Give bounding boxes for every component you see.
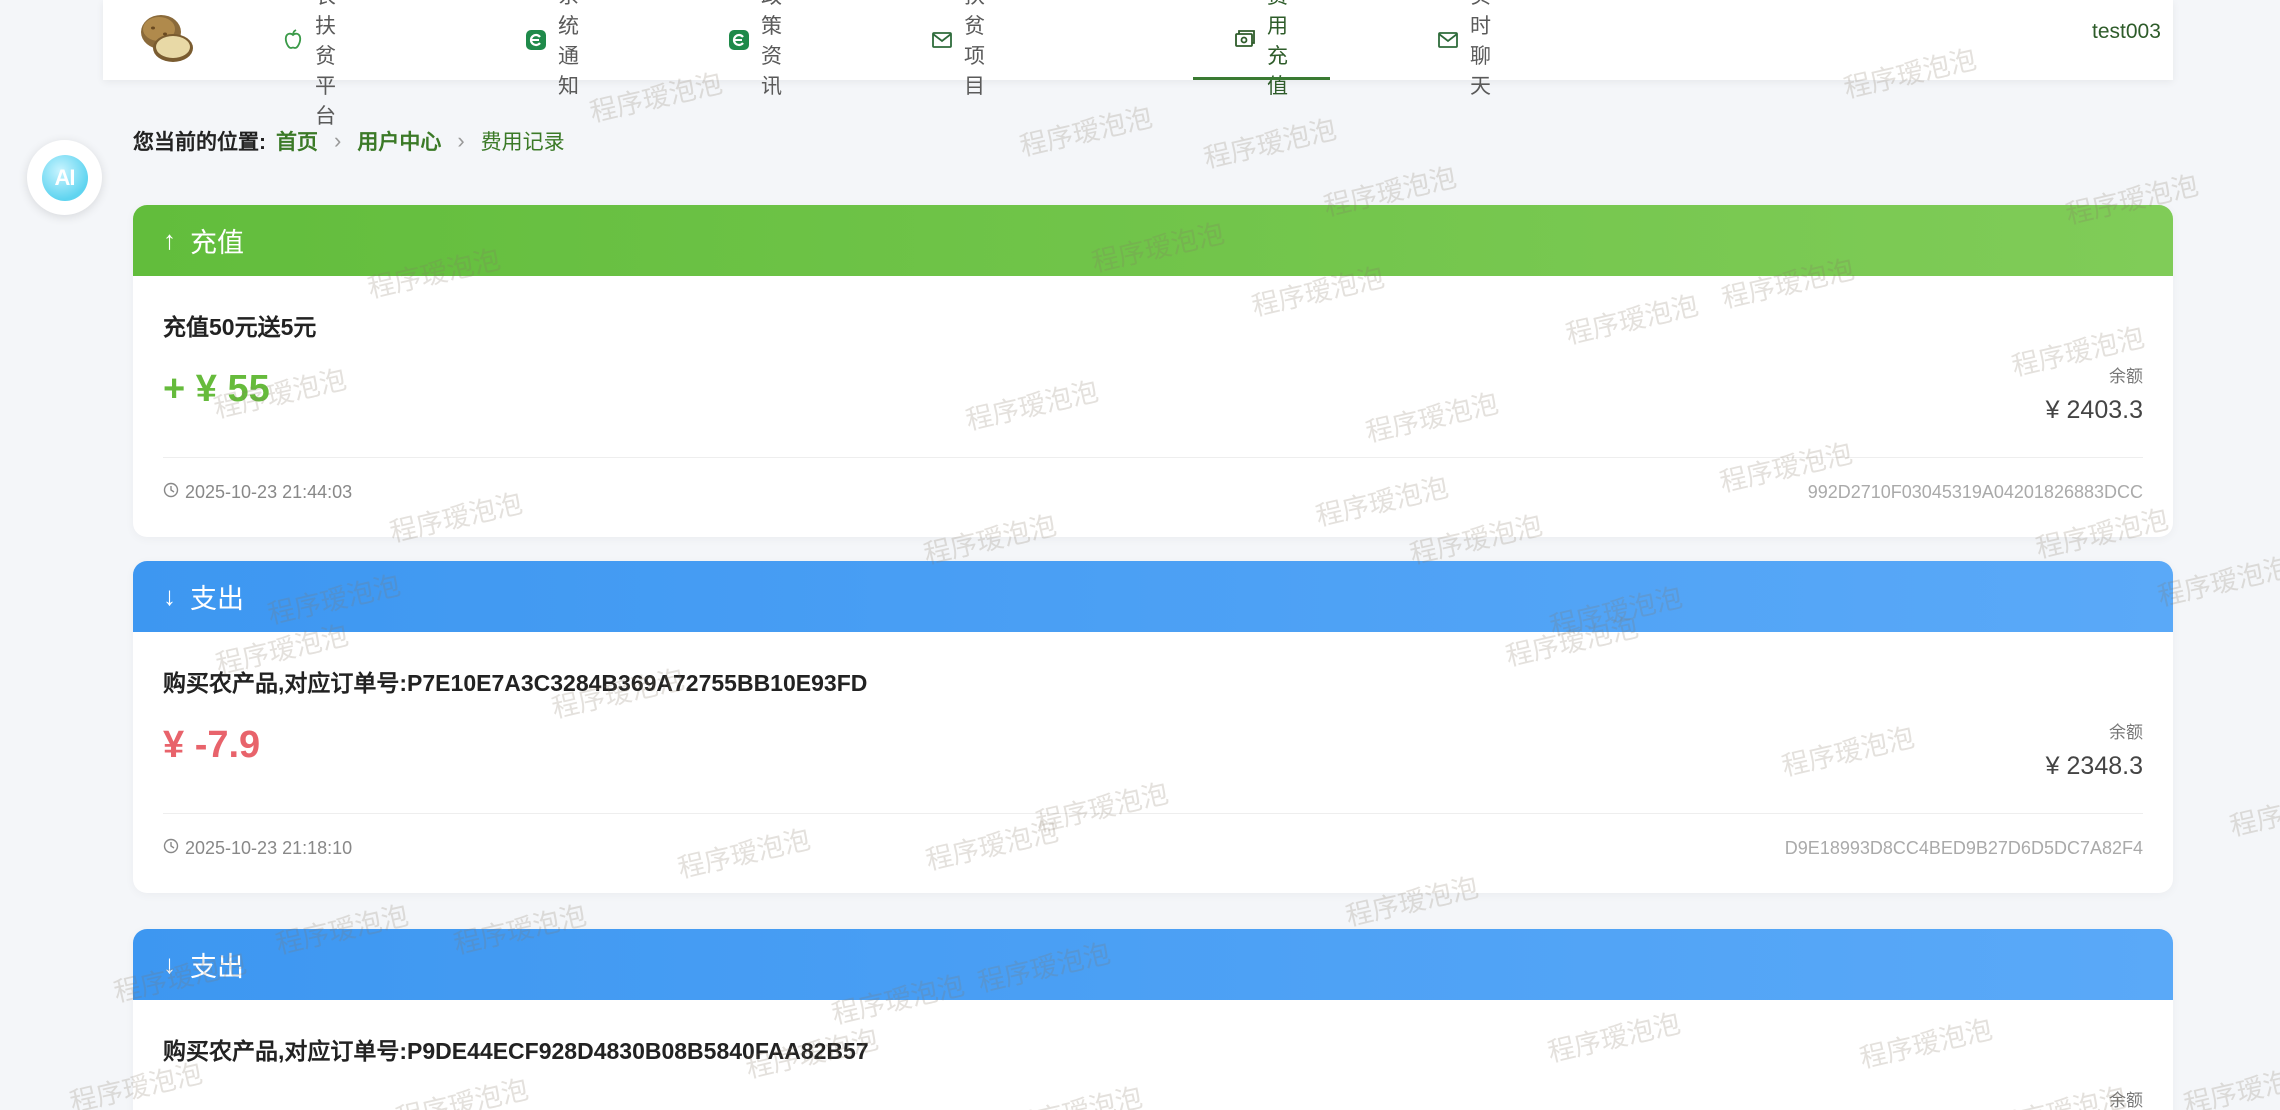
record-body: 购买农产品,对应订单号:P7E10E7A3C3284B369A72755BB10… [133, 632, 2173, 893]
nav-label: 系统通知 [558, 0, 579, 98]
balance-value: ¥ 2348.3 [2045, 752, 2143, 780]
nav-label: 费用充值 [1267, 0, 1288, 98]
divider [163, 457, 2143, 458]
ai-assistant-button[interactable]: AI [27, 140, 102, 215]
balance-value: ¥ 2403.3 [2045, 396, 2143, 424]
news-icon [727, 27, 751, 53]
clock-icon [163, 482, 179, 503]
arrow-down-icon: ↓ [163, 581, 176, 611]
nav-item-notice[interactable]: 系统通知 [524, 0, 581, 98]
nav-label: 实时聊天 [1470, 0, 1491, 98]
record-type-header: ↑ 充值 [133, 205, 2173, 276]
nav-item-policy[interactable]: 政策资讯 [727, 0, 784, 98]
record-code: D9E18993D8CC4BED9B27D6D5DC7A82F4 [1784, 838, 2143, 858]
wallet-icon [1233, 27, 1257, 53]
breadcrumb-current: 费用记录 [480, 131, 565, 154]
watermark-text: 程序瑷泡泡 [1200, 114, 1340, 174]
record-card: ↑ 充值 充值50元送5元 + ¥ 55 余额 ¥ 2403.3 2025-10… [133, 205, 2173, 537]
record-title: 充值50元送5元 [163, 314, 317, 340]
breadcrumb-prefix: 您当前的位置: [133, 131, 266, 154]
record-time: 2025-10-23 21:44:03 [163, 482, 352, 503]
record-amount: + ¥ 55 [163, 368, 270, 410]
record-time: 2025-10-23 21:18:10 [163, 838, 352, 859]
record-type-header: ↓ 支出 [133, 929, 2173, 1000]
record-type-label: 充值 [190, 228, 244, 258]
nav-label: 政策资讯 [761, 0, 782, 98]
chevron-right-icon: › [457, 128, 465, 153]
breadcrumb-home-link[interactable]: 首页 [276, 126, 318, 156]
chevron-right-icon: › [334, 128, 342, 153]
top-nav-bar: 助农扶贫平台 系统通知 政策资讯 [103, 0, 2173, 128]
record-time-value: 2025-10-23 21:44:03 [185, 482, 353, 502]
divider [163, 813, 2143, 814]
record-body: 购买农产品,对应订单号:P9DE44ECF928D4830B08B5840FAA… [133, 1000, 2173, 1110]
breadcrumb-user-center-link[interactable]: 用户中心 [357, 126, 441, 156]
apple-icon [281, 27, 305, 53]
record-body: 充值50元送5元 + ¥ 55 余额 ¥ 2403.3 2025-10-23 2… [133, 276, 2173, 537]
nav-item-platform[interactable]: 助农扶贫平台 [281, 0, 338, 128]
balance-label: 余额 [2109, 1091, 2143, 1110]
nav-item-projects[interactable]: 扶贫项目 [930, 0, 987, 98]
record-card: ↓ 支出 购买农产品,对应订单号:P9DE44ECF928D4830B08B58… [133, 929, 2173, 1110]
arrow-up-icon: ↑ [163, 225, 176, 255]
notice-icon [524, 27, 548, 53]
watermark-text: 程序瑷泡泡 [2226, 782, 2280, 842]
arrow-down-icon: ↓ [163, 949, 176, 979]
clock-icon [163, 838, 179, 859]
nav-label: 助农扶贫平台 [315, 0, 336, 128]
balance-label: 余额 [2109, 723, 2143, 742]
watermark-text: 程序瑷泡泡 [1016, 102, 1156, 162]
balance-label: 余额 [2109, 367, 2143, 386]
record-type-label: 支出 [190, 952, 244, 982]
record-title: 购买农产品,对应订单号:P7E10E7A3C3284B369A72755BB10… [163, 670, 868, 696]
user-name-link[interactable]: test003 [2092, 20, 2161, 44]
record-card: ↓ 支出 购买农产品,对应订单号:P7E10E7A3C3284B369A7275… [133, 561, 2173, 893]
mail-icon [930, 27, 954, 53]
record-type-label: 支出 [190, 584, 244, 614]
record-type-header: ↓ 支出 [133, 561, 2173, 632]
ai-icon: AI [41, 154, 88, 201]
potato-logo-icon[interactable] [135, 8, 199, 68]
record-amount: ¥ -7.9 [163, 724, 261, 766]
nav-item-chat[interactable]: 实时聊天 [1436, 0, 1493, 98]
nav-item-recharge[interactable]: 费用充值 [1193, 0, 1330, 98]
record-code: 992D2710F03045319A04201826883DCC [1807, 482, 2143, 502]
chat-icon [1436, 27, 1460, 53]
breadcrumb: 您当前的位置: 首页 › 用户中心 › 费用记录 [133, 126, 565, 156]
nav-label: 扶贫项目 [964, 0, 985, 98]
record-time-value: 2025-10-23 21:18:10 [185, 838, 353, 858]
watermark-text: 程序瑷泡泡 [2180, 1060, 2280, 1110]
record-title: 购买农产品,对应订单号:P9DE44ECF928D4830B08B5840FAA… [163, 1038, 869, 1064]
